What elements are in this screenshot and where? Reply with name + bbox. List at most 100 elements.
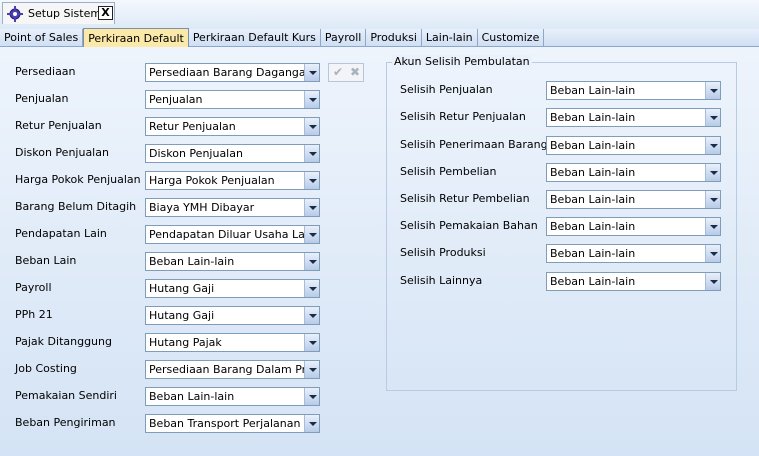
chevron-down-icon[interactable]: [705, 218, 720, 235]
field-label: Penjualan: [15, 92, 69, 105]
group-title: Akun Selisih Pembulatan: [392, 55, 532, 69]
document-tab-setup-sistem[interactable]: Setup Sistem X: [2, 2, 115, 24]
tab-perkiraan-default[interactable]: Perkiraan Default: [83, 28, 189, 47]
field-label: Job Costing: [15, 362, 77, 375]
selected-value: Penjualan: [149, 93, 203, 106]
title-bar: Setup Sistem X: [0, 0, 759, 29]
chevron-down-icon[interactable]: [304, 91, 319, 108]
field-label: Selisih Pembelian: [400, 165, 497, 178]
chevron-down-icon[interactable]: [705, 82, 720, 99]
account-select[interactable]: Hutang Gaji: [145, 279, 320, 298]
selected-value: Hutang Gaji: [149, 309, 215, 322]
chevron-down-icon[interactable]: [304, 361, 319, 378]
selected-value: Beban Lain-lain: [550, 193, 636, 206]
chevron-down-icon[interactable]: [304, 280, 319, 297]
field-label: Beban Lain: [15, 254, 77, 267]
account-select[interactable]: Beban Lain-lain: [546, 244, 721, 263]
selected-value: Beban Lain-lain: [550, 111, 636, 124]
chevron-down-icon[interactable]: [304, 226, 319, 243]
chevron-down-icon[interactable]: [304, 415, 319, 432]
cancel-icon[interactable]: ✖: [347, 65, 363, 80]
account-select[interactable]: Beban Lain-lain: [546, 108, 721, 127]
chevron-down-icon[interactable]: [304, 388, 319, 405]
account-select[interactable]: Hutang Gaji: [145, 306, 320, 325]
field-label: Selisih Lainnya: [400, 274, 483, 287]
account-select[interactable]: Biaya YMH Dibayar: [145, 198, 320, 217]
field-label: Barang Belum Ditagih: [15, 200, 137, 213]
chevron-down-icon[interactable]: [304, 172, 319, 189]
chevron-down-icon[interactable]: [705, 245, 720, 262]
selected-value: Beban Transport Perjalanan Dinas: [149, 417, 320, 430]
field-label: Selisih Pemakaian Bahan: [400, 219, 538, 232]
tab-perkiraan-default-kurs[interactable]: Perkiraan Default Kurs: [189, 29, 321, 46]
selected-value: Biaya YMH Dibayar: [149, 201, 255, 214]
account-select[interactable]: Beban Lain-lain: [145, 387, 320, 406]
field-label: Harga Pokok Penjualan: [15, 173, 141, 186]
tab-payroll[interactable]: Payroll: [321, 29, 367, 46]
document-tab-title: Setup Sistem: [28, 7, 102, 20]
tab-point-of-sales[interactable]: Point of Sales: [0, 29, 84, 46]
account-select[interactable]: Harga Pokok Penjualan: [145, 171, 320, 190]
chevron-down-icon[interactable]: [705, 109, 720, 126]
chevron-down-icon[interactable]: [705, 137, 720, 154]
chevron-down-icon[interactable]: [304, 199, 319, 216]
selected-value: Harga Pokok Penjualan: [149, 174, 275, 187]
field-label: Payroll: [15, 281, 52, 294]
account-select[interactable]: Beban Lain-lain: [546, 163, 721, 182]
selected-value: Diskon Penjualan: [149, 147, 243, 160]
account-select[interactable]: Hutang Pajak: [145, 333, 320, 352]
chevron-down-icon[interactable]: [705, 273, 720, 290]
settings-icon: [7, 5, 23, 22]
selected-value: Beban Lain-lain: [149, 390, 235, 403]
account-select[interactable]: Pendapatan Diluar Usaha Lain - L: [145, 225, 320, 244]
selected-value: Persediaan Barang Dagangan: [149, 66, 313, 79]
account-select[interactable]: Persediaan Barang Dalam Proses: [145, 360, 320, 379]
field-label: Beban Pengiriman: [15, 416, 116, 429]
edit-actions: ✔ ✖: [328, 63, 364, 82]
account-select[interactable]: Beban Transport Perjalanan Dinas: [145, 414, 320, 433]
account-select[interactable]: Beban Lain-lain: [145, 252, 320, 271]
selected-value: Beban Lain-lain: [550, 139, 636, 152]
account-select[interactable]: Beban Lain-lain: [546, 81, 721, 100]
field-label: Selisih Penerimaan Barang: [400, 138, 548, 151]
account-select[interactable]: Beban Lain-lain: [546, 190, 721, 209]
chevron-down-icon[interactable]: [304, 334, 319, 351]
selected-value: Beban Lain-lain: [149, 255, 235, 268]
field-label: Diskon Penjualan: [15, 146, 109, 159]
field-label: Selisih Retur Penjualan: [400, 110, 526, 123]
field-label: PPh 21: [15, 308, 53, 321]
chevron-down-icon[interactable]: [304, 64, 319, 81]
chevron-down-icon[interactable]: [304, 145, 319, 162]
selected-value: Hutang Pajak: [149, 336, 222, 349]
tab-strip: Point of Sales Perkiraan Default Perkira…: [0, 28, 759, 47]
checkmark-icon[interactable]: ✔: [330, 65, 346, 80]
close-icon[interactable]: X: [98, 6, 113, 20]
field-label: Pajak Ditanggung: [15, 335, 112, 348]
account-select[interactable]: Beban Lain-lain: [546, 217, 721, 236]
chevron-down-icon[interactable]: [304, 307, 319, 324]
selected-value: Pendapatan Diluar Usaha Lain - L: [149, 228, 320, 241]
tab-lain-lain[interactable]: Lain-lain: [422, 29, 478, 46]
account-select[interactable]: Retur Penjualan: [145, 117, 320, 136]
selected-value: Retur Penjualan: [149, 120, 236, 133]
selected-value: Beban Lain-lain: [550, 275, 636, 288]
account-select[interactable]: Diskon Penjualan: [145, 144, 320, 163]
field-label: Persediaan: [15, 65, 76, 78]
selected-value: Hutang Gaji: [149, 282, 215, 295]
account-select[interactable]: Penjualan: [145, 90, 320, 109]
account-select[interactable]: Beban Lain-lain: [546, 136, 721, 155]
field-label: Pemakaian Sendiri: [15, 389, 117, 402]
chevron-down-icon[interactable]: [304, 118, 319, 135]
selected-value: Beban Lain-lain: [550, 220, 636, 233]
field-label: Selisih Produksi: [400, 246, 486, 259]
account-select[interactable]: Persediaan Barang Dagangan: [145, 63, 320, 82]
tab-customize[interactable]: Customize: [478, 29, 545, 46]
chevron-down-icon[interactable]: [705, 191, 720, 208]
selected-value: Beban Lain-lain: [550, 84, 636, 97]
tab-produksi[interactable]: Produksi: [366, 29, 422, 46]
chevron-down-icon[interactable]: [304, 253, 319, 270]
field-label: Selisih Penjualan: [400, 83, 493, 96]
settings-panel: Persediaan Persediaan Barang Dagangan ✔ …: [0, 47, 759, 456]
account-select[interactable]: Beban Lain-lain: [546, 272, 721, 291]
chevron-down-icon[interactable]: [705, 164, 720, 181]
